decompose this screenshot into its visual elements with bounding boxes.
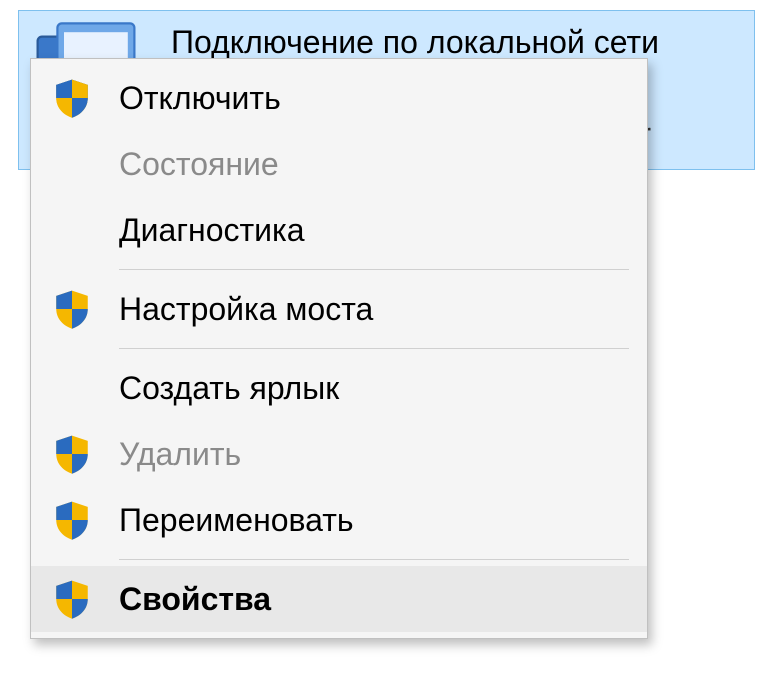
menu-item-shortcut[interactable]: Создать ярлык bbox=[31, 355, 647, 421]
icon-empty bbox=[49, 365, 95, 411]
menu-label: Состояние bbox=[119, 146, 279, 183]
icon-empty bbox=[49, 207, 95, 253]
menu-label: Удалить bbox=[119, 436, 241, 473]
menu-separator bbox=[119, 348, 629, 349]
menu-separator bbox=[119, 269, 629, 270]
menu-item-properties[interactable]: Свойства bbox=[31, 566, 647, 632]
menu-label: Настройка моста bbox=[119, 291, 373, 328]
shield-icon bbox=[49, 431, 95, 477]
shield-icon bbox=[49, 286, 95, 332]
shield-icon bbox=[49, 497, 95, 543]
menu-item-diagnose[interactable]: Диагностика bbox=[31, 197, 647, 263]
shield-icon bbox=[49, 75, 95, 121]
icon-empty bbox=[49, 141, 95, 187]
menu-label: Диагностика bbox=[119, 212, 305, 249]
menu-item-delete: Удалить bbox=[31, 421, 647, 487]
menu-label: Свойства bbox=[119, 581, 271, 618]
menu-item-disable[interactable]: Отключить bbox=[31, 65, 647, 131]
shield-icon bbox=[49, 576, 95, 622]
menu-item-bridge[interactable]: Настройка моста bbox=[31, 276, 647, 342]
context-menu: Отключить Состояние Диагностика Настройк… bbox=[30, 58, 648, 639]
menu-label: Создать ярлык bbox=[119, 370, 339, 407]
menu-label: Переименовать bbox=[119, 502, 354, 539]
menu-item-status: Состояние bbox=[31, 131, 647, 197]
menu-separator bbox=[119, 559, 629, 560]
menu-item-rename[interactable]: Переименовать bbox=[31, 487, 647, 553]
menu-label: Отключить bbox=[119, 80, 281, 117]
